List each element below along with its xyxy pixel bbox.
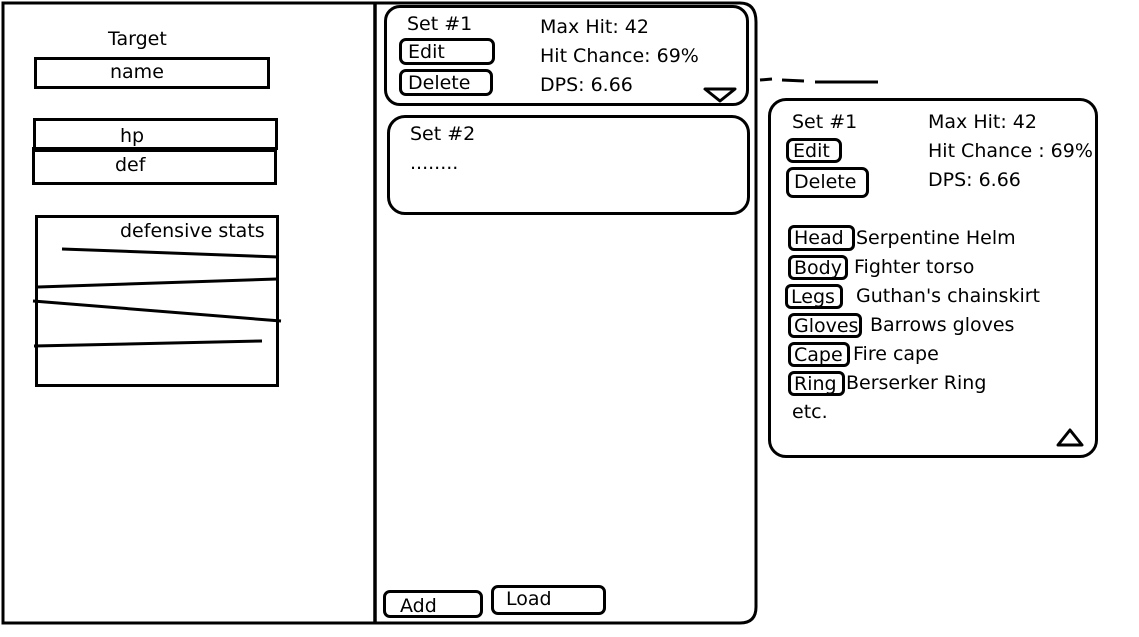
- name-field[interactable]: name: [34, 57, 270, 89]
- set-1-delete-button[interactable]: Delete: [399, 69, 493, 96]
- slot-body-button[interactable]: Body: [788, 255, 848, 280]
- slot-cape-button[interactable]: Cape: [788, 342, 850, 367]
- set-card-2[interactable]: Set #2 ........: [387, 115, 750, 215]
- hp-field-label: hp: [120, 125, 145, 147]
- set-1-edit-button[interactable]: Edit: [399, 38, 495, 65]
- slot-gloves-button[interactable]: Gloves: [788, 313, 862, 338]
- set-1-dps: DPS: 6.66: [540, 74, 633, 96]
- set-1-max-hit: Max Hit: 42: [540, 16, 649, 38]
- set-2-placeholder: ........: [410, 152, 459, 174]
- slots-more-text: etc.: [792, 401, 828, 423]
- connector-dash: [759, 77, 773, 82]
- set-1-hit-chance: Hit Chance: 69%: [540, 45, 699, 67]
- expanded-set-card[interactable]: Set #1 Edit Delete Max Hit: 42 Hit Chanc…: [768, 98, 1098, 458]
- slot-gloves-item: Barrows gloves: [870, 314, 1015, 336]
- set-1-name: Set #1: [407, 13, 473, 35]
- set-card-1[interactable]: Set #1 Edit Delete Max Hit: 42 Hit Chanc…: [384, 5, 749, 106]
- hp-field[interactable]: hp: [33, 118, 278, 150]
- slot-ring-button[interactable]: Ring: [788, 371, 845, 396]
- slot-body-item: Fighter torso: [854, 256, 975, 278]
- slot-head-item: Serpentine Helm: [856, 227, 1016, 249]
- slot-legs-item: Guthan's chainskirt: [856, 285, 1040, 307]
- expanded-max-hit: Max Hit: 42: [928, 111, 1037, 133]
- add-button[interactable]: Add: [383, 590, 483, 618]
- name-field-label: name: [110, 61, 164, 83]
- def-field[interactable]: def: [32, 147, 277, 185]
- chevron-up-icon[interactable]: [1054, 427, 1094, 453]
- target-panel: Target name hp def defensive stats: [0, 0, 375, 637]
- defensive-stats-box: defensive stats: [35, 215, 279, 387]
- expanded-set-name: Set #1: [792, 111, 858, 133]
- set-2-name: Set #2: [410, 123, 476, 145]
- def-field-label: def: [115, 154, 146, 176]
- slot-legs-button[interactable]: Legs: [785, 284, 843, 309]
- slot-head-button[interactable]: Head: [788, 225, 855, 251]
- expanded-dps: DPS: 6.66: [928, 169, 1021, 191]
- slot-cape-item: Fire cape: [853, 343, 939, 365]
- slot-ring-item: Berserker Ring: [846, 372, 987, 394]
- expanded-hit-chance: Hit Chance : 69%: [928, 140, 1093, 162]
- expanded-delete-button[interactable]: Delete: [786, 167, 869, 198]
- chevron-down-icon[interactable]: [702, 86, 742, 106]
- defensive-stats-label: defensive stats: [120, 220, 265, 242]
- load-button[interactable]: Load: [491, 585, 606, 615]
- target-title: Target: [108, 28, 167, 50]
- expanded-edit-button[interactable]: Edit: [786, 138, 842, 163]
